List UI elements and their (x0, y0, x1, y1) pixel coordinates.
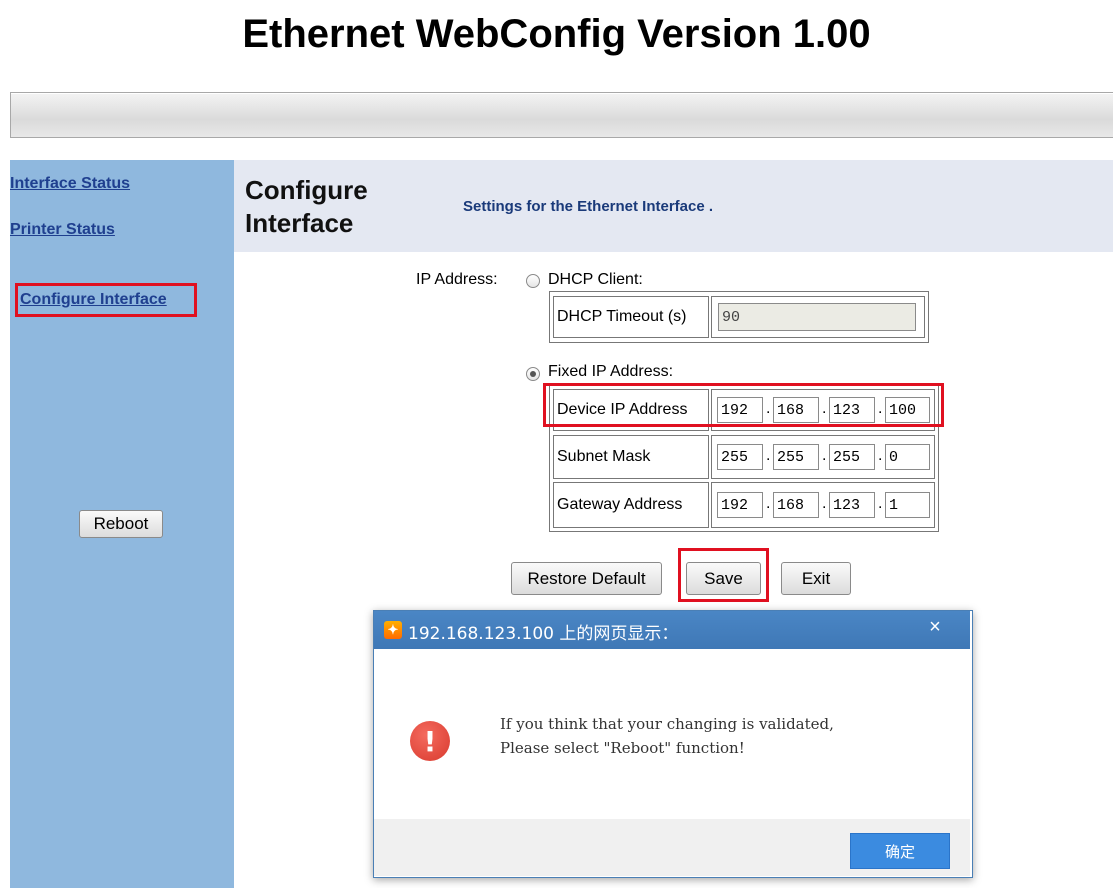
dialog-message-line2: Please select "Reboot" function! (500, 739, 745, 757)
dialog-title-bar: ✦ 192.168.123.100 上的网页显示： × (374, 611, 970, 649)
ip-address-label: IP Address: (416, 271, 498, 288)
gateway-octet-3[interactable]: 123 (829, 492, 875, 518)
dhcp-client-label: DHCP Client: (548, 271, 643, 288)
subnet-octet-3[interactable]: 255 (829, 444, 875, 470)
alert-dialog: ✦ 192.168.123.100 上的网页显示： × ! If you thi… (373, 610, 973, 878)
fixed-ip-radio[interactable] (526, 367, 540, 381)
dot-separator: . (878, 447, 883, 464)
close-icon[interactable]: × (900, 611, 970, 643)
exclamation-icon: ! (410, 721, 450, 761)
subnet-octet-2[interactable]: 255 (773, 444, 819, 470)
dhcp-timeout-label: DHCP Timeout (s) (553, 296, 709, 338)
dialog-footer: 确定 (374, 819, 970, 876)
gateway-octet-4[interactable]: 1 (885, 492, 930, 518)
ok-button[interactable]: 确定 (850, 833, 950, 869)
dhcp-client-radio[interactable] (526, 274, 540, 288)
top-bar (10, 92, 1113, 138)
sidebar-link-interface-status[interactable]: Interface Status (10, 175, 130, 193)
restore-default-button[interactable]: Restore Default (511, 562, 662, 595)
gateway-label: Gateway Address (553, 482, 709, 528)
dot-separator: . (766, 447, 771, 464)
dot-separator: . (878, 495, 883, 512)
highlight-configure-interface (15, 283, 197, 317)
gateway-octet-2[interactable]: 168 (773, 492, 819, 518)
browser-logo-icon: ✦ (384, 621, 402, 639)
dialog-message-line1: If you think that your changing is valid… (500, 715, 834, 733)
subnet-mask-label: Subnet Mask (553, 435, 709, 479)
dhcp-timeout-input[interactable]: 90 (718, 303, 916, 331)
page-title: Ethernet WebConfig Version 1.00 (242, 12, 871, 56)
reboot-button[interactable]: Reboot (79, 510, 163, 538)
configure-interface-subtitle: Settings for the Ethernet Interface . (463, 198, 714, 215)
dot-separator: . (822, 495, 827, 512)
sidebar-link-printer-status[interactable]: Printer Status (10, 221, 115, 239)
exit-button[interactable]: Exit (781, 562, 851, 595)
gateway-octet-1[interactable]: 192 (717, 492, 763, 518)
subnet-octet-4[interactable]: 0 (885, 444, 930, 470)
configure-interface-title: Configure Interface (245, 175, 368, 238)
highlight-save (678, 548, 769, 602)
highlight-device-ip (543, 383, 944, 427)
subnet-octet-1[interactable]: 255 (717, 444, 763, 470)
dot-separator: . (766, 495, 771, 512)
dot-separator: . (822, 447, 827, 464)
dialog-body: ! If you think that your changing is val… (374, 649, 970, 819)
dialog-title: 192.168.123.100 上的网页显示： (408, 624, 679, 644)
fixed-ip-label: Fixed IP Address: (548, 363, 674, 380)
